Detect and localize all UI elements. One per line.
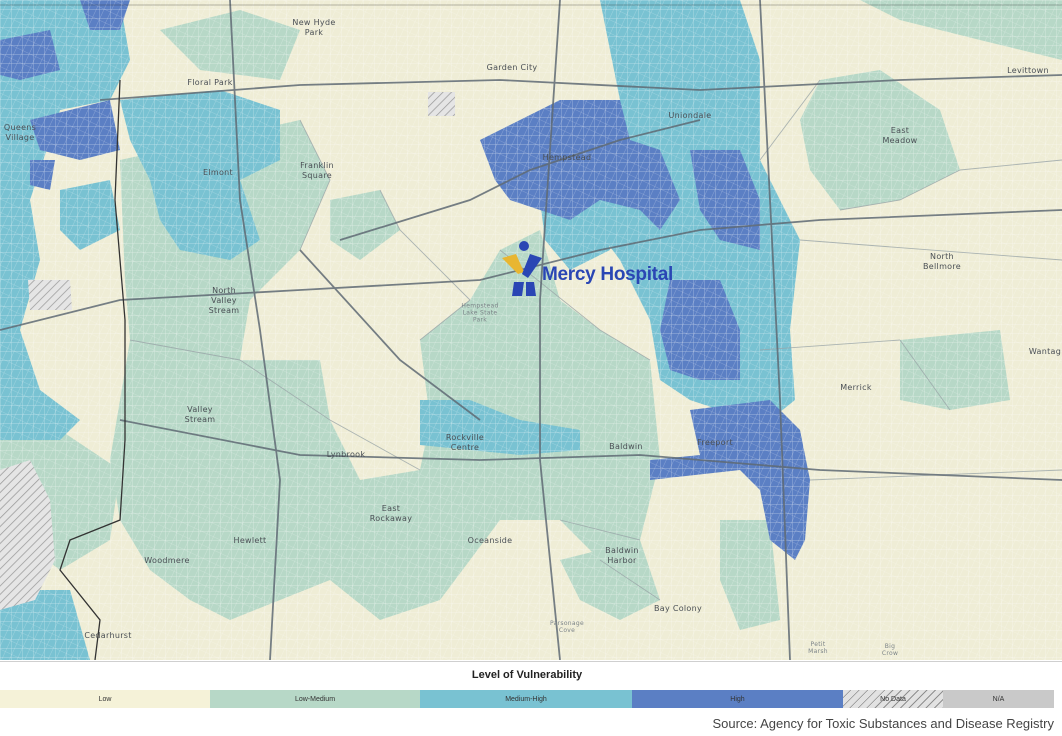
place-label-garden-city: Garden City: [486, 63, 538, 72]
place-label-east-rockaway: East Rockaway: [369, 504, 413, 523]
place-label-big-crow: Big Crow: [881, 643, 899, 657]
place-label-parsonage-cove: Parsonage Cove: [550, 620, 584, 634]
place-label-rockville-centre: Rockville Centre: [445, 433, 485, 452]
no-data-zone-3: [428, 92, 455, 116]
place-label-valley-stream: Valley Stream: [184, 405, 216, 424]
place-label-queens-village: Queens Village: [3, 123, 37, 142]
place-label-bay-colony: Bay Colony: [653, 604, 703, 613]
place-label-levittown: Levittown: [1007, 66, 1049, 75]
hospital-name: Mercy Hospital: [542, 264, 673, 285]
place-label-elmont: Elmont: [203, 168, 233, 177]
place-label-wantagh: Wantag: [1028, 347, 1062, 356]
place-label-hempstead: Hempstead: [542, 153, 592, 162]
vulnerability-map[interactable]: New Hyde Park Garden City Levittown Floral P…: [0, 0, 1062, 660]
place-label-baldwin-harbor: Baldwin Harbor: [605, 546, 639, 565]
legend-item-medium-high: Medium-High: [420, 690, 632, 708]
place-label-north-valley-stream: North Valley Stream: [208, 286, 240, 315]
legend: Level of Vulnerability Low Low-Medium Medi…: [0, 661, 1062, 714]
place-label-north-bellmore: North Bellmore: [923, 252, 961, 271]
place-label-new-hyde-park: New Hyde Park: [292, 18, 336, 37]
place-label-lynbrook: Lynbrook: [326, 450, 366, 459]
place-label-petit-marsh: Petit Marsh: [808, 641, 828, 655]
place-label-freeport: Freeport: [697, 438, 733, 447]
place-label-cedarhurst: Cedarhurst: [84, 631, 132, 640]
place-label-east-meadow: East Meadow: [882, 126, 918, 145]
legend-item-n-a: N/A: [943, 690, 1054, 708]
place-label-hewlett: Hewlett: [233, 536, 267, 545]
place-label-uniondale: Uniondale: [668, 111, 712, 120]
place-label-merrick: Merrick: [840, 383, 872, 392]
place-label-floral-park: Floral Park: [187, 78, 233, 87]
source-credit: Source: Agency for Toxic Substances and …: [712, 716, 1054, 731]
hospital-logo-icon: [502, 241, 542, 296]
hospital-marker[interactable]: Mercy Hospital: [500, 238, 700, 300]
legend-scale: Low Low-Medium Medium-High High No Data N/A: [0, 690, 1054, 708]
legend-item-high: High: [632, 690, 843, 708]
place-label-woodmere: Woodmere: [144, 556, 190, 565]
legend-title: Level of Vulnerability: [471, 669, 583, 681]
legend-item-low-medium: Low-Medium: [210, 690, 420, 708]
no-data-zone-2: [28, 280, 72, 310]
place-label-franklin-square: Franklin Square: [300, 161, 334, 180]
place-label-hempstead-lake-state-park: Hempstead Lake State Park: [461, 302, 499, 324]
place-label-baldwin: Baldwin: [609, 442, 643, 451]
place-label-oceanside: Oceanside: [467, 536, 513, 545]
legend-item-no-data: No Data: [843, 690, 943, 708]
legend-item-low: Low: [0, 690, 210, 708]
